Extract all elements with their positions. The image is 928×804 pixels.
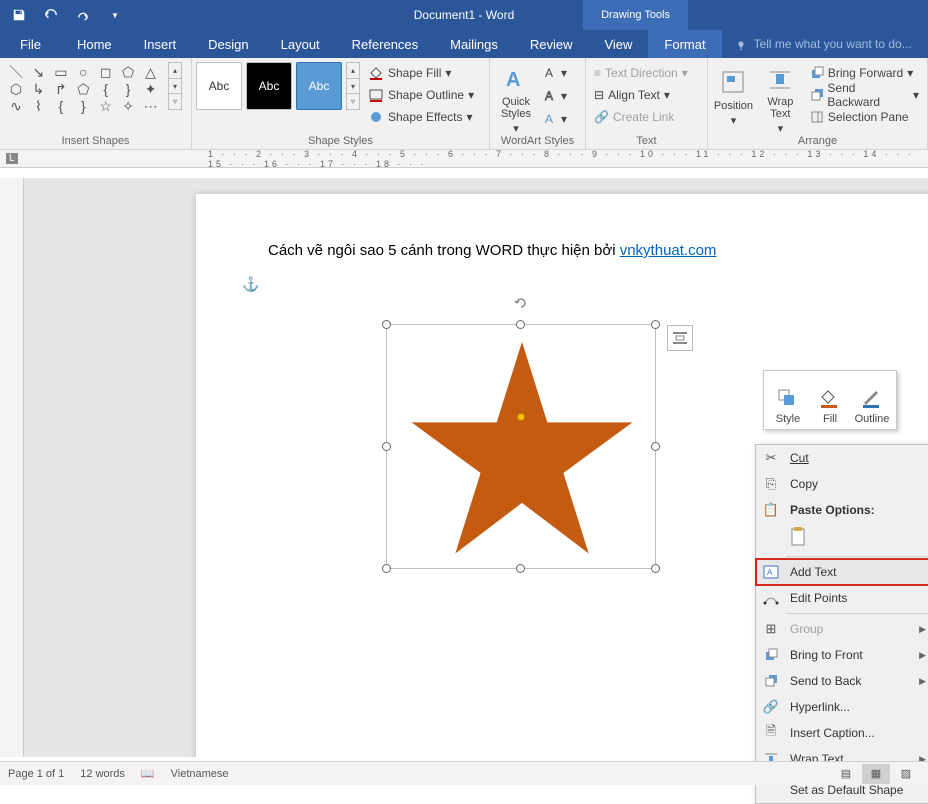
window-title: Document1 - Word — [414, 8, 514, 22]
send-backward[interactable]: Send Backward ▾ — [806, 84, 923, 106]
handle[interactable] — [382, 320, 391, 329]
svg-text:A: A — [767, 568, 773, 577]
text-direction: ≡Text Direction ▾ — [590, 62, 692, 84]
status-bar: Page 1 of 1 12 words 📖 Vietnamese ▤ ▦ ▨ — [0, 761, 928, 785]
mini-toolbar: Style Fill Outline — [763, 370, 897, 430]
group-label-text: Text — [590, 133, 703, 149]
ctx-edit-points[interactable]: Edit Points — [756, 585, 928, 611]
handle[interactable] — [382, 442, 391, 451]
shape-outline-button[interactable]: Shape Outline ▾ — [364, 84, 478, 106]
handle[interactable] — [651, 564, 660, 573]
group-label-arrange: Arrange — [712, 133, 923, 149]
svg-text:A: A — [506, 69, 520, 91]
context-menu: ✂Cut ⎘Copy 📋Paste Options: AAdd Text Edi… — [755, 444, 928, 804]
document-text[interactable]: Cách vẽ ngôi sao 5 cánh trong WORD thực … — [268, 242, 716, 260]
group-label-shapes: Insert Shapes — [4, 133, 187, 149]
shape-style-2[interactable]: Abc — [246, 62, 292, 110]
title-bar: ▼ Document1 - Word Drawing Tools — [0, 0, 928, 30]
paste-keep-source[interactable] — [786, 525, 810, 549]
adjustment-handle[interactable] — [517, 413, 525, 421]
mini-style[interactable]: Style — [768, 375, 808, 425]
mini-outline[interactable]: Outline — [852, 375, 892, 425]
view-print[interactable]: ▦ — [862, 764, 890, 784]
selection-pane[interactable]: Selection Pane — [806, 106, 923, 128]
tab-references[interactable]: References — [336, 30, 434, 58]
ctx-copy[interactable]: ⎘Copy — [756, 471, 928, 497]
ruler-vertical[interactable] — [0, 178, 24, 757]
quick-styles-button[interactable]: A Quick Styles▾ — [494, 62, 538, 128]
shape-selection[interactable] — [386, 324, 656, 569]
tell-me-label: Tell me what you want to do... — [754, 37, 912, 51]
shapes-more[interactable]: ▴▾▿ — [168, 62, 182, 110]
ruler-horizontal[interactable]: L 1 · · · 2 · · · 3 · · · 4 · · · 5 · · … — [0, 150, 928, 168]
redo-button[interactable] — [70, 2, 96, 28]
tab-mailings[interactable]: Mailings — [434, 30, 514, 58]
tab-file[interactable]: File — [0, 30, 61, 58]
ctx-add-text[interactable]: AAdd Text — [756, 559, 928, 585]
handle[interactable] — [516, 320, 525, 329]
qat-customize[interactable]: ▼ — [102, 2, 128, 28]
ctx-send-back[interactable]: Send to Back▶ — [756, 668, 928, 694]
status-page[interactable]: Page 1 of 1 — [8, 768, 64, 780]
tab-home[interactable]: Home — [61, 30, 128, 58]
shape-style-1[interactable]: Abc — [196, 62, 242, 110]
view-read[interactable]: ▤ — [832, 764, 860, 784]
handle[interactable] — [382, 564, 391, 573]
create-link: 🔗Create Link — [590, 106, 692, 128]
layout-options-button[interactable] — [667, 325, 693, 351]
svg-text:A: A — [545, 66, 553, 80]
star-shape[interactable] — [399, 335, 645, 565]
group-label-shape-styles: Shape Styles — [196, 133, 485, 149]
shape-style-3[interactable]: Abc — [296, 62, 342, 110]
ribbon: ＼↘▭○◻⬠△ ⬡↳↱⬠{}✦ ∿⌇{}☆✧⋯ ▴▾▿ Insert Shape… — [0, 58, 928, 150]
save-button[interactable] — [6, 2, 32, 28]
group-label-wordart: WordArt Styles — [494, 133, 581, 149]
tab-view[interactable]: View — [588, 30, 648, 58]
undo-button[interactable] — [38, 2, 64, 28]
tab-layout[interactable]: Layout — [265, 30, 336, 58]
shape-styles-more[interactable]: ▴▾▿ — [346, 62, 360, 110]
ctx-bring-front[interactable]: Bring to Front▶ — [756, 642, 928, 668]
align-text[interactable]: ⊟Align Text ▾ — [590, 84, 692, 106]
svg-text:A: A — [545, 89, 553, 103]
ctx-paste-options: 📋Paste Options: — [756, 497, 928, 523]
handle[interactable] — [651, 320, 660, 329]
ctx-group: ⊞Group▶ — [756, 616, 928, 642]
ruler-marks: 1 · · · 2 · · · 3 · · · 4 · · · 5 · · · … — [208, 149, 928, 169]
tab-design[interactable]: Design — [192, 30, 264, 58]
tell-me-box[interactable]: Tell me what you want to do... — [722, 30, 912, 58]
anchor-icon: ⚓ — [242, 276, 259, 293]
handle[interactable] — [651, 442, 660, 451]
shapes-gallery[interactable]: ＼↘▭○◻⬠△ ⬡↳↱⬠{}✦ ∿⌇{}☆✧⋯ — [4, 62, 164, 116]
status-words[interactable]: 12 words — [80, 768, 125, 780]
text-fill[interactable]: A▾ — [542, 62, 568, 84]
text-effects[interactable]: A▾ — [542, 108, 568, 130]
tab-review[interactable]: Review — [514, 30, 589, 58]
mini-fill[interactable]: Fill — [810, 375, 850, 425]
text-outline[interactable]: A▾ — [542, 85, 568, 107]
ctx-insert-caption[interactable]: 🗎Insert Caption... — [756, 720, 928, 746]
ribbon-tabs: File Home Insert Design Layout Reference… — [0, 30, 928, 58]
shape-effects-button[interactable]: Shape Effects ▾ — [364, 106, 478, 128]
tab-insert[interactable]: Insert — [128, 30, 193, 58]
contextual-tab-drawing: Drawing Tools — [583, 0, 688, 30]
tab-format[interactable]: Format — [648, 30, 721, 58]
status-proof-icon[interactable]: 📖 — [141, 767, 155, 780]
handle[interactable] — [516, 564, 525, 573]
position-button[interactable]: Position▾ — [712, 62, 755, 128]
shape-fill-button[interactable]: Shape Fill ▾ — [364, 62, 478, 84]
wrap-text-button[interactable]: Wrap Text▾ — [759, 62, 802, 128]
svg-text:A: A — [545, 112, 553, 126]
status-language[interactable]: Vietnamese — [171, 768, 229, 780]
link-vnkythuat[interactable]: vnkythuat.com — [620, 242, 717, 259]
rotate-handle[interactable] — [513, 295, 529, 311]
ctx-hyperlink[interactable]: 🔗Hyperlink... — [756, 694, 928, 720]
ctx-cut[interactable]: ✂Cut — [756, 445, 928, 471]
view-web[interactable]: ▨ — [892, 764, 920, 784]
